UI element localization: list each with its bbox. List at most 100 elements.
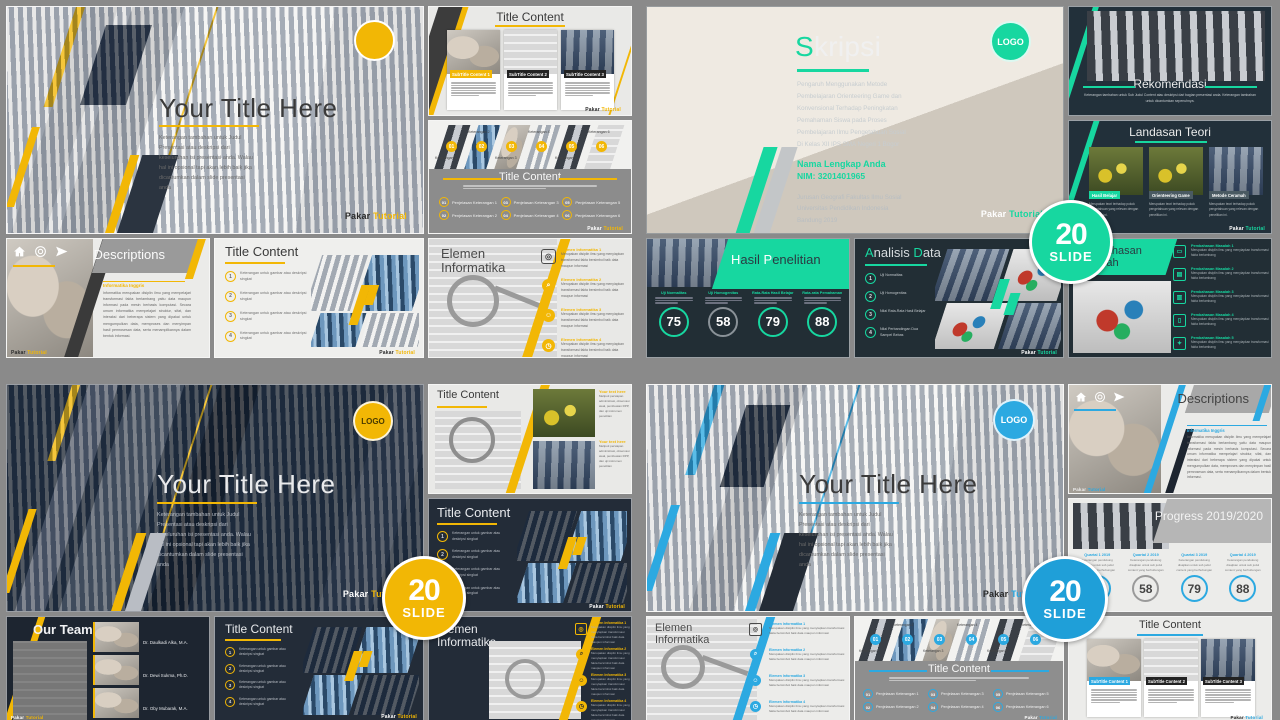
slide-title-content-cards-blue[interactable]: Title Content SubTitle Content 1 SubTitl… [1068,616,1272,720]
team-member[interactable]: Dr. Oby Mubarak, M.A. [93,688,205,718]
quadrant-top-right[interactable]: LOGO Skripsi Pengaruh Menggunakan Metode… [640,0,1280,360]
logo-badge-yellow[interactable] [354,20,395,61]
slide-title-content-cards-yellow[interactable]: Title Content SubTitle Content 1 SubTitl… [428,6,632,116]
slide-count-badge-teal[interactable]: 20 SLIDE [1029,200,1113,284]
slide-descriptions-yellow[interactable]: Descriptions Informatika Inggris Informa… [6,238,210,358]
content-card[interactable]: SubTitle Content 3 [1201,639,1255,717]
logo-badge-teal[interactable]: LOGO [990,21,1031,62]
brand-label: Pakar Tutorial [381,714,417,720]
slide-our-team[interactable]: Our Team Dr. Daulkadi Alka, M.A. Dr. Dew… [6,616,210,720]
slide-descriptions-blue[interactable]: Descriptions Informatika Inggris Informa… [1068,384,1272,494]
descriptions-lead: Informatika Inggris [103,283,145,288]
step-label: Keterangan 4 [957,623,978,627]
quadrant-bottom-right[interactable]: LOGO Your Title Here Keterangan tambahan… [640,360,1280,720]
logo-text: LOGO [997,36,1024,47]
slide-title-yellow-dark[interactable]: LOGO Your Title Here Keterangan tambahan… [6,384,424,612]
badge-label: SLIDE [1043,605,1087,621]
subtitle-line: hal ini opsional tapi akan lebih baik ji… [159,165,252,171]
elemen-item-body: Merupakan disiplin ilmu yang menyiapkan … [561,312,624,328]
slide-title-content-bottom-yellow[interactable]: Title Content 1 Keterangan untuk gambar a… [214,616,424,720]
heading-text: Landasan Teori [1129,125,1211,139]
teori-card[interactable]: Orienteering Game Merupakan teori terhad… [1149,147,1203,229]
slide-title-yellow-light[interactable]: Your Title Here Keterangan tambahan untu… [6,6,424,234]
abstract-line: Pemahaman Siswa pada Proses [797,117,887,125]
penjelasan-label: Penjelasan Keterangan 4 [941,705,984,709]
icon-underline [13,265,55,267]
body-paragraph: Keterangan tambahan untuk Sub Judul Cont… [1084,93,1256,104]
heading-rule-right [559,178,617,180]
logo-badge-yellow[interactable]: LOGO [353,401,393,441]
target-icon [1095,392,1105,402]
brand-second: Tutorial [395,350,415,356]
teori-body: Merupakan teori terhadap pokok pengetahu… [1209,202,1259,217]
slide-title-content-research-yellow[interactable]: Title Content Your text here Meliputi pe… [428,384,632,494]
heading-underline [1135,141,1207,143]
penjelasan-label: Penjelasan Keterangan 4 [513,212,559,218]
step-badge: 06 [596,141,607,152]
step-badge: 05 [998,634,1009,645]
heading-rule-right [991,670,1049,672]
content-card[interactable]: SubTitle Content 2 [1144,639,1198,717]
team-member-name: Dr. Oby Mubarak, M.A. [143,706,188,711]
pembahasan-item: Pembahasan Masalah 3 Merupakan disiplin … [1191,290,1271,305]
content-card[interactable]: SubTitle Content 1 [447,30,500,110]
pembahasan-item: Pembahasan Masalah 2 Merupakan disiplin … [1191,267,1271,282]
slide-steps-title-content-blue[interactable]: 01 02 03 04 05 06 Keterangan 1 Keteranga… [854,616,1064,720]
brand-first: Pakar [379,350,396,356]
photo-collage [311,255,419,347]
logo-text: LOGO [1000,415,1028,425]
subtitle-paragraph: Keterangan tambahan untuk Judul Presenta… [799,510,911,570]
penjelasan-label: Penjelasan Keterangan 2 [452,212,497,218]
list-number: 3 [865,309,876,320]
text-block-body: Meliputi persiapan administrasi, observa… [599,444,630,469]
content-card[interactable]: SubTitle Content 3 [561,30,614,110]
elemen-item: Elemen Informatika 1 Merupakan disiplin … [769,622,845,637]
card-body-text [508,82,553,96]
quadrant-top-left[interactable]: Your Title Here Keterangan tambahan untu… [0,0,640,360]
team-member[interactable]: Dr. Dewi Sukma, Ph.D. [93,655,205,685]
brand-label: Pakar Tutorial [345,211,407,221]
list-number: 1 [865,273,876,284]
step-badge: 06 [1030,634,1041,645]
slide-elemen-informatika-yellow-dark[interactable]: Elemen Informatika Elemen Informatika 1 … [428,616,632,720]
subtitle-paragraph: Keterangan tambahan untuk Judul Presenta… [157,510,269,570]
slide-title-content-list-yellow[interactable]: Title Content 1 Keterangan untuk gambar a… [214,238,424,358]
body-underline [103,281,185,282]
slide-heading: Title Content [1139,619,1201,631]
team-member[interactable]: Dr. Daulkadi Alka, M.A. [93,622,205,652]
slide-hasil-penelitian[interactable]: Hasil Penelitian Uji Normalitas 75 Uji H… [646,238,850,358]
stat-body: Keterangan pendukung disajikan untuk sub… [1127,558,1164,572]
card-body-text [1091,689,1137,703]
badge-number: 20 [1055,218,1087,252]
elemen-item-body: Merupakan disiplin ilmu yang menyiapkan … [591,677,630,696]
quadrant-bottom-left[interactable]: LOGO Your Title Here Keterangan tambahan… [0,360,640,720]
slide-count-badge-blue[interactable]: 20 SLIDE [1022,556,1108,642]
teori-card[interactable]: Metode Ceramah Merupakan teori terhadap … [1209,147,1263,229]
heading-rest: asil [740,252,764,267]
slide-steps-title-content-yellow[interactable]: 01 02 03 04 05 06 Keterangan 1 Keteranga… [428,120,632,234]
slide-skripsi-cover[interactable]: LOGO Skripsi Pengaruh Menggunakan Metode… [646,6,1064,234]
elemen-item-body: Merupakan disiplin ilmu yang menyiapkan … [769,626,845,636]
slide-elemen-informatika-yellow[interactable]: Elemen Informatika Elemen Informatika 1 … [428,238,632,358]
slide-rekomendasi[interactable]: Rekomendasi Keterangan tambahan untuk Su… [1068,6,1272,116]
slide-heading: Title Content [437,505,511,520]
list-number: 1 [225,647,235,657]
clock-icon: ◷ [750,701,761,712]
list-number: 4 [225,696,235,707]
slide-count-badge-yellow[interactable]: 20 SLIDE [382,556,466,640]
heading-rule-left [869,670,927,672]
step-badge: 02 [902,634,913,645]
page-title: Your Title Here [799,469,978,499]
slide-title-blue-light[interactable]: LOGO Your Title Here Keterangan tambahan… [646,384,1064,612]
brand-second: Tutorial [1245,715,1263,720]
logo-badge-blue[interactable]: LOGO [993,399,1035,441]
content-card[interactable]: SubTitle Content 2 [504,30,557,110]
clock-icon: ◷ [542,339,555,352]
text-block: Your text here Meliputi persiapan admini… [599,439,631,469]
heading-body [463,185,597,189]
content-card[interactable]: SubTitle Content 1 [1087,639,1141,717]
slide-elemen-informatika-blue[interactable]: Elemen Informatika Elemen Informatika 1 … [646,616,850,720]
stat-label: Uji Normalitas [660,291,687,295]
heading-underline [437,406,487,408]
elemen-item-body: Merupakan disiplin ilmu yang menyiapkan … [591,703,630,720]
